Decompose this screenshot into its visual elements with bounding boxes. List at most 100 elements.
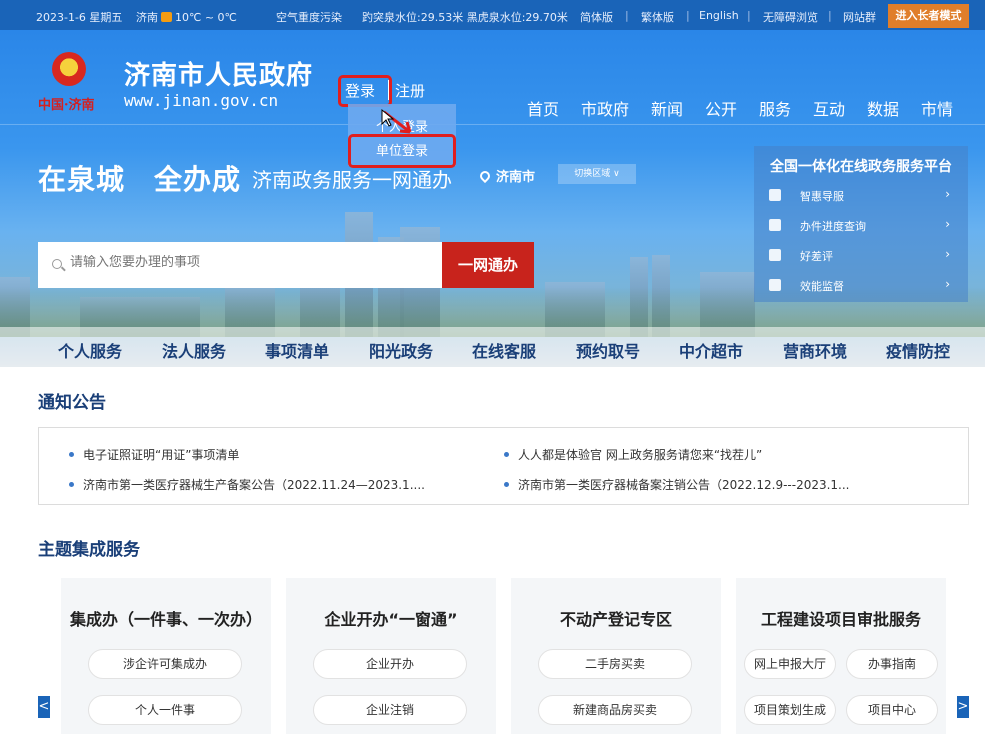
search-input[interactable] bbox=[70, 255, 430, 270]
notice-item[interactable]: 电子证照证明“用证”事项清单 bbox=[69, 446, 239, 463]
panel-item-rating[interactable]: 好差评 › bbox=[754, 240, 968, 270]
water-level-text: 趵突泉水位:29.53米 黑虎泉水位:29.70米 bbox=[362, 11, 568, 24]
service-button[interactable]: 个人一件事 bbox=[88, 695, 242, 725]
location[interactable]: 济南市 bbox=[477, 166, 536, 185]
login-highlight bbox=[338, 75, 392, 107]
service-button[interactable]: 企业注销 bbox=[313, 695, 467, 725]
subnav-epidemic[interactable]: 疫情防控 bbox=[886, 338, 950, 362]
search-icon bbox=[52, 259, 62, 269]
service-card-construction[interactable]: 工程建设项目审批服务 网上申报大厅 办事指南 项目策划生成 项目中心 bbox=[736, 578, 946, 734]
nav-home[interactable]: 首页 bbox=[527, 96, 559, 120]
subnav-online-service[interactable]: 在线客服 bbox=[472, 338, 536, 362]
carousel-next-button[interactable]: > bbox=[957, 696, 969, 718]
notice-item[interactable]: 济南市第一类医疗器械生产备案公告（2022.11.24—2023.1.... bbox=[69, 476, 425, 493]
organization-login-highlight bbox=[348, 134, 456, 168]
service-button[interactable]: 二手房买卖 bbox=[538, 649, 692, 679]
link-traditional[interactable]: 繁体版 bbox=[641, 9, 674, 25]
subnav-business-env[interactable]: 营商环境 bbox=[783, 338, 847, 362]
divider: | bbox=[625, 9, 629, 22]
service-button[interactable]: 项目中心 bbox=[846, 695, 938, 725]
service-button[interactable]: 网上申报大厅 bbox=[744, 649, 836, 679]
emblem-text: 中国·济南 bbox=[38, 98, 95, 113]
card-title: 集成办（一件事、一次办） bbox=[69, 610, 262, 629]
service-subnav: 个人服务 法人服务 事项清单 阳光政务 在线客服 预约取号 中介超市 营商环境 … bbox=[0, 327, 985, 367]
progress-icon bbox=[769, 219, 781, 231]
service-card-business-open[interactable]: 企业开办“一窗通” 企业开办 企业注销 bbox=[286, 578, 496, 734]
site-title[interactable]: 济南市人民政府 bbox=[124, 55, 313, 92]
notice-item[interactable]: 济南市第一类医疗器械备案注销公告（2022.12.9---2023.1... bbox=[504, 476, 850, 493]
nav-news[interactable]: 新闻 bbox=[651, 96, 683, 120]
national-platform-panel: 全国一体化在线政务服务平台 智惠导服 › 办件进度查询 › 好差评 › 效能监督 › bbox=[754, 146, 968, 302]
notice-item[interactable]: 人人都是体验官 网上政务服务请您来“找茬儿” bbox=[504, 446, 762, 463]
link-site-group[interactable]: 网站群 bbox=[843, 9, 876, 25]
register-link[interactable]: 注册 bbox=[395, 80, 425, 101]
top-info-bar: 2023-1-6 星期五 济南 10℃ ~ 0℃ 空气重度污染 趵突泉水位:29.… bbox=[0, 0, 985, 30]
hero-banner: 中国·济南 济南市人民政府 www.jinan.gov.cn 登录 注册 首页 … bbox=[0, 30, 985, 367]
service-card-real-estate[interactable]: 不动产登记专区 二手房买卖 新建商品房买卖 bbox=[511, 578, 721, 734]
bullet-icon bbox=[504, 482, 509, 487]
rating-icon bbox=[769, 249, 781, 261]
search-button[interactable]: 一网通办 bbox=[442, 242, 534, 288]
nav-data[interactable]: 数据 bbox=[867, 96, 899, 120]
link-simplified[interactable]: 简体版 bbox=[580, 9, 613, 25]
chevron-right-icon: › bbox=[945, 277, 950, 291]
nav-city-info[interactable]: 市情 bbox=[921, 96, 953, 120]
nav-interaction[interactable]: 互动 bbox=[813, 96, 845, 120]
link-english[interactable]: English bbox=[699, 9, 739, 22]
date-text: 2023-1-6 星期五 bbox=[36, 11, 123, 24]
card-title: 不动产登记专区 bbox=[559, 610, 672, 629]
divider: | bbox=[828, 9, 832, 22]
nav-public[interactable]: 公开 bbox=[705, 96, 737, 120]
services-title: 主题集成服务 bbox=[38, 540, 140, 560]
carousel-prev-button[interactable]: < bbox=[38, 696, 50, 718]
chevron-right-icon: › bbox=[945, 247, 950, 261]
slogan-subtitle: 济南政务服务一网通办 bbox=[252, 168, 452, 192]
notices-title: 通知公告 bbox=[38, 393, 106, 413]
slogan: 在泉城 全办成 bbox=[38, 163, 242, 196]
link-accessibility[interactable]: 无障碍浏览 bbox=[763, 9, 818, 25]
panel-item-supervision[interactable]: 效能监督 › bbox=[754, 270, 968, 300]
divider bbox=[0, 124, 985, 125]
service-button[interactable]: 项目策划生成 bbox=[744, 695, 836, 725]
service-button[interactable]: 涉企许可集成办 bbox=[88, 649, 242, 679]
divider: | bbox=[686, 9, 690, 22]
service-button[interactable]: 办事指南 bbox=[846, 649, 938, 679]
panel-item-progress[interactable]: 办件进度查询 › bbox=[754, 210, 968, 240]
search-box bbox=[38, 242, 442, 288]
subnav-personal[interactable]: 个人服务 bbox=[58, 338, 122, 362]
service-button[interactable]: 企业开办 bbox=[313, 649, 467, 679]
site-url: www.jinan.gov.cn bbox=[124, 91, 279, 110]
panel-item-guide[interactable]: 智惠导服 › bbox=[754, 180, 968, 210]
divider: | bbox=[747, 9, 751, 22]
switch-region-button[interactable]: 切换区域 ∨ bbox=[558, 164, 636, 184]
card-title: 企业开办“一窗通” bbox=[324, 610, 458, 629]
guide-icon bbox=[769, 189, 781, 201]
subnav-sunshine[interactable]: 阳光政务 bbox=[369, 338, 433, 362]
nav-service[interactable]: 服务 bbox=[759, 96, 791, 120]
bullet-icon bbox=[504, 452, 509, 457]
location-pin-icon bbox=[477, 168, 493, 184]
weather-icon bbox=[161, 12, 172, 22]
mouse-cursor-icon bbox=[381, 108, 412, 134]
panel-title[interactable]: 全国一体化在线政务服务平台 bbox=[770, 156, 952, 176]
national-emblem-icon bbox=[52, 52, 86, 86]
chevron-right-icon: › bbox=[945, 187, 950, 201]
weather: 济南 10℃ ~ 0℃ bbox=[136, 9, 237, 25]
card-title: 工程建设项目审批服务 bbox=[760, 610, 921, 629]
subnav-item-list[interactable]: 事项清单 bbox=[265, 338, 329, 362]
temperature-text: 10℃ ~ 0℃ bbox=[175, 11, 237, 24]
bullet-icon bbox=[69, 452, 74, 457]
air-quality-text: 空气重度污染 bbox=[276, 11, 342, 24]
subnav-agency-market[interactable]: 中介超市 bbox=[679, 338, 743, 362]
subnav-legal-person[interactable]: 法人服务 bbox=[162, 338, 226, 362]
elder-mode-button[interactable]: 进入长者模式 bbox=[888, 4, 969, 28]
service-card-integrated[interactable]: 集成办（一件事、一次办） 涉企许可集成办 个人一件事 bbox=[61, 578, 271, 734]
city-text: 济南 bbox=[136, 11, 158, 24]
location-text: 济南市 bbox=[496, 170, 536, 185]
supervision-icon bbox=[769, 279, 781, 291]
bullet-icon bbox=[69, 482, 74, 487]
nav-government[interactable]: 市政府 bbox=[581, 96, 629, 120]
service-button[interactable]: 新建商品房买卖 bbox=[538, 695, 692, 725]
subnav-appointment[interactable]: 预约取号 bbox=[576, 338, 640, 362]
chevron-right-icon: › bbox=[945, 217, 950, 231]
